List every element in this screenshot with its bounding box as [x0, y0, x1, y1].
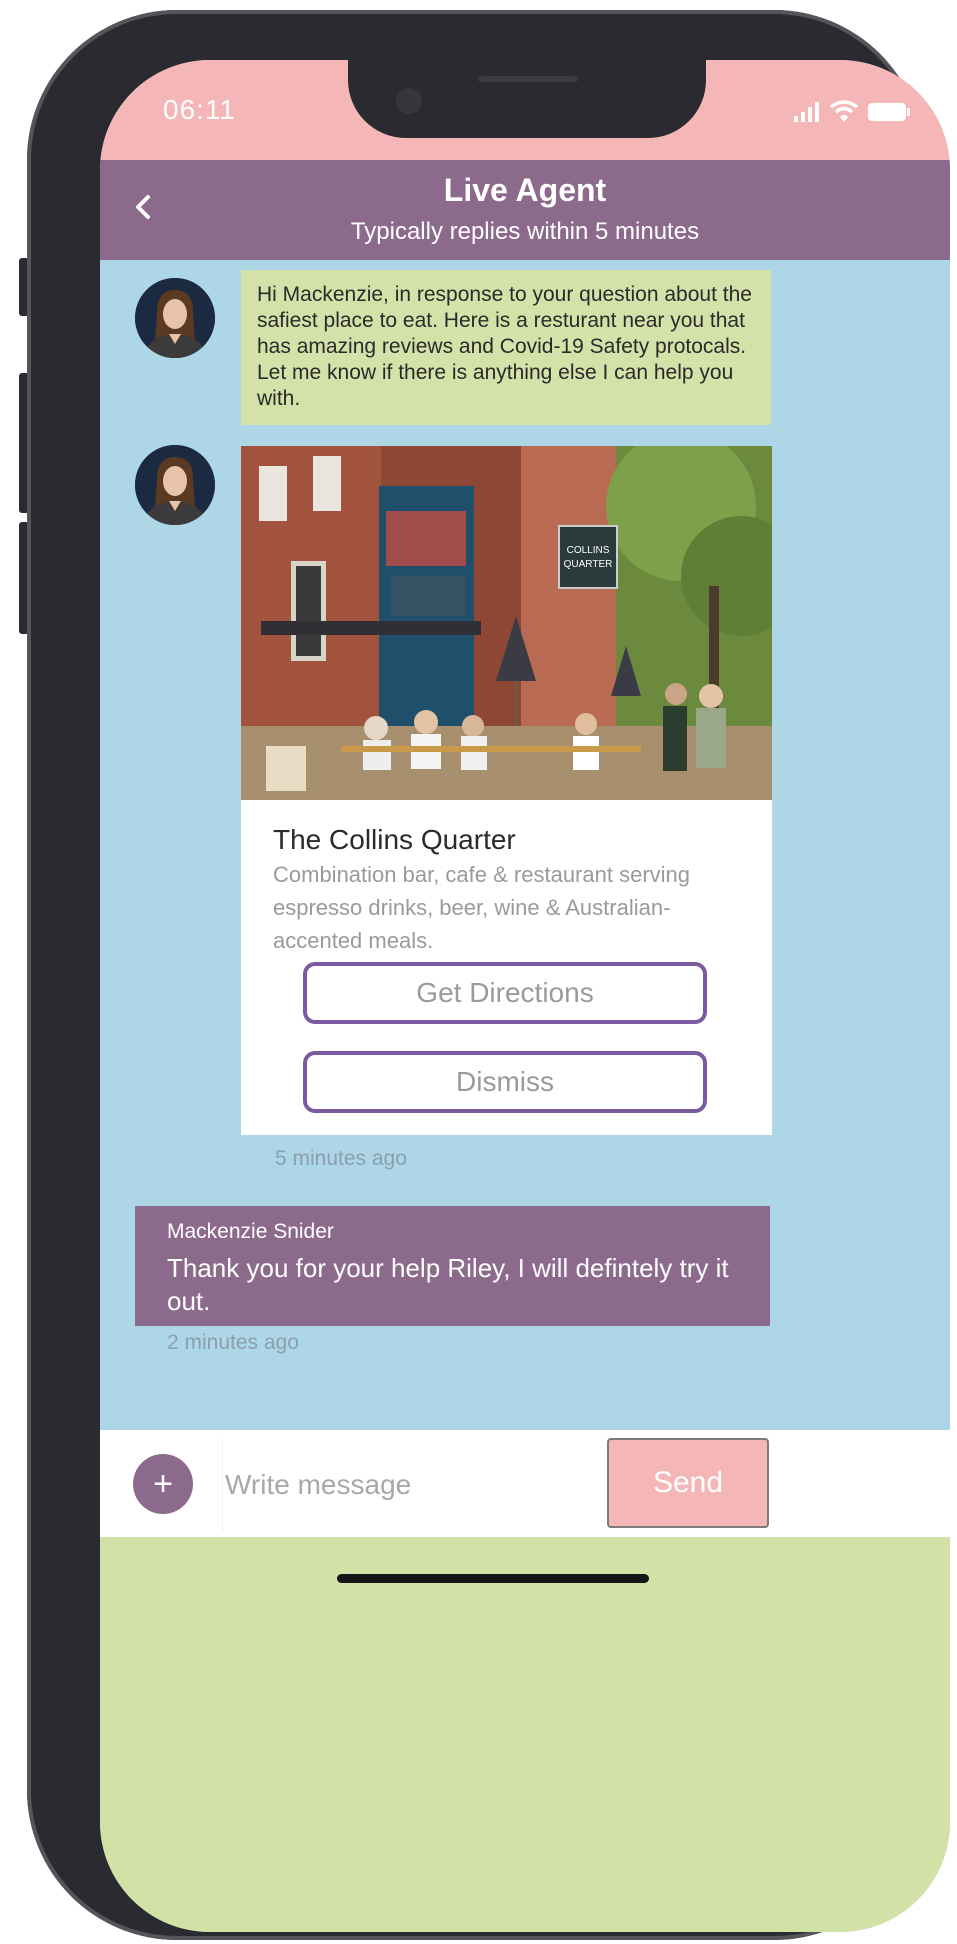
- sign-text-2: QUARTER: [564, 559, 613, 570]
- phone-screen: 06:11 Live Agent Typically replies withi…: [100, 60, 950, 1932]
- wifi-icon: [830, 100, 858, 122]
- notch: [348, 60, 706, 138]
- header-subtitle: Typically replies within 5 minutes: [350, 218, 700, 245]
- front-camera-icon: [396, 88, 422, 114]
- agent-avatar: [135, 278, 215, 358]
- user-message-text: Thank you for your help Riley, I will de…: [167, 1253, 729, 1316]
- agent-avatar: [135, 445, 215, 525]
- status-time: 06:11: [163, 94, 236, 125]
- chat-header: Live Agent Typically replies within 5 mi…: [100, 160, 950, 260]
- sign-text-1: COLLINS: [567, 545, 610, 556]
- speaker-grille: [478, 76, 578, 82]
- battery-icon: [868, 103, 910, 121]
- message-composer: + Send: [100, 1430, 950, 1537]
- dismiss-button[interactable]: Dismiss: [303, 1051, 707, 1113]
- home-indicator[interactable]: [337, 1574, 649, 1583]
- person-photo-icon: [135, 278, 215, 358]
- plus-icon: +: [153, 1464, 173, 1503]
- restaurant-description: Combination bar, cafe & restaurant servi…: [273, 862, 691, 953]
- user-message-bubble: Mackenzie Snider Thank you for your help…: [135, 1206, 770, 1326]
- restaurant-photo: COLLINS QUARTER: [241, 446, 772, 800]
- signal-icon: [794, 102, 819, 122]
- get-directions-button[interactable]: Get Directions: [303, 962, 707, 1024]
- message-input[interactable]: [222, 1438, 597, 1532]
- agent-message-bubble: Hi Mackenzie, in response to your questi…: [241, 270, 771, 425]
- restaurant-name: The Collins Quarter: [273, 824, 516, 855]
- header-title: Live Agent: [443, 172, 607, 208]
- send-button[interactable]: Send: [607, 1438, 769, 1528]
- attach-button[interactable]: +: [133, 1454, 193, 1514]
- phone-frame: 06:11 Live Agent Typically replies withi…: [27, 10, 950, 1940]
- card-timestamp: 5 minutes ago: [275, 1147, 407, 1170]
- restaurant-card: COLLINS QUARTER The Collins Quarter Comb…: [241, 446, 772, 1135]
- home-bar-area: [100, 1537, 950, 1932]
- user-message-timestamp: 2 minutes ago: [167, 1331, 299, 1354]
- status-icons: [794, 98, 910, 122]
- user-name: Mackenzie Snider: [167, 1220, 334, 1243]
- person-photo-icon: [135, 445, 215, 525]
